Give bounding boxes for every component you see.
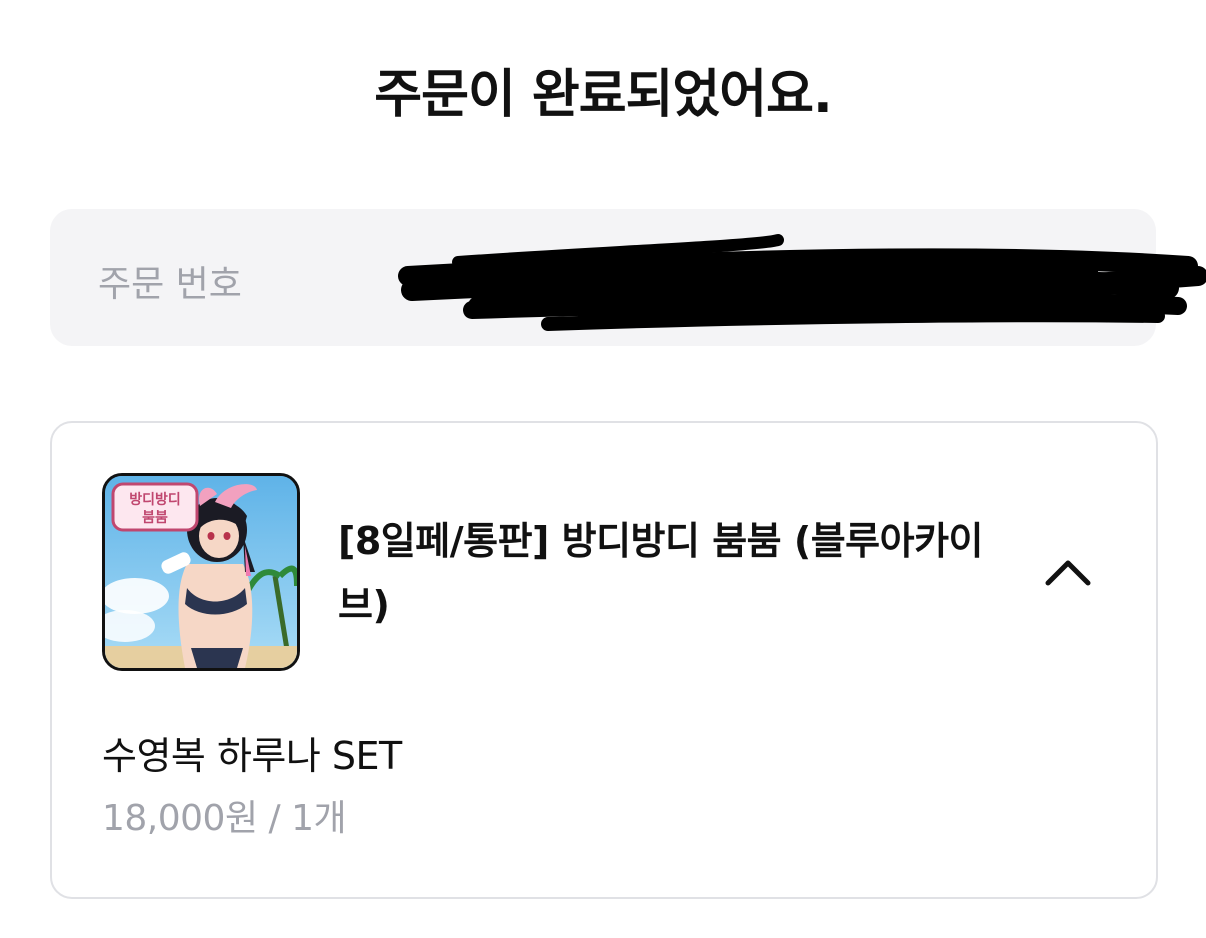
option-name: 수영복 하루나 SET [102,734,402,778]
product-title[interactable]: [8일페/통판] 방디방디 붐붐 (블루아카이브) [338,509,998,637]
product-thumbnail-illustration: 방디방디 붐붐 [105,476,297,668]
svg-text:방디방디: 방디방디 [129,491,181,508]
product-card: 방디방디 붐붐 [8일페/통판] 방디방디 붐붐 (블루아카이브) 수영복 하루… [50,421,1158,899]
page-title: 주문이 완료되었어요. [374,65,832,125]
product-thumbnail[interactable]: 방디방디 붐붐 [102,473,300,671]
order-number-redaction [398,234,1206,331]
option-price: 18,000원 / 1개 [102,798,347,839]
svg-text:붐붐: 붐붐 [142,510,168,526]
order-number-label: 주문 번호 [98,264,242,305]
collapse-button[interactable] [1036,541,1100,605]
chevron-up-icon [1045,560,1091,586]
